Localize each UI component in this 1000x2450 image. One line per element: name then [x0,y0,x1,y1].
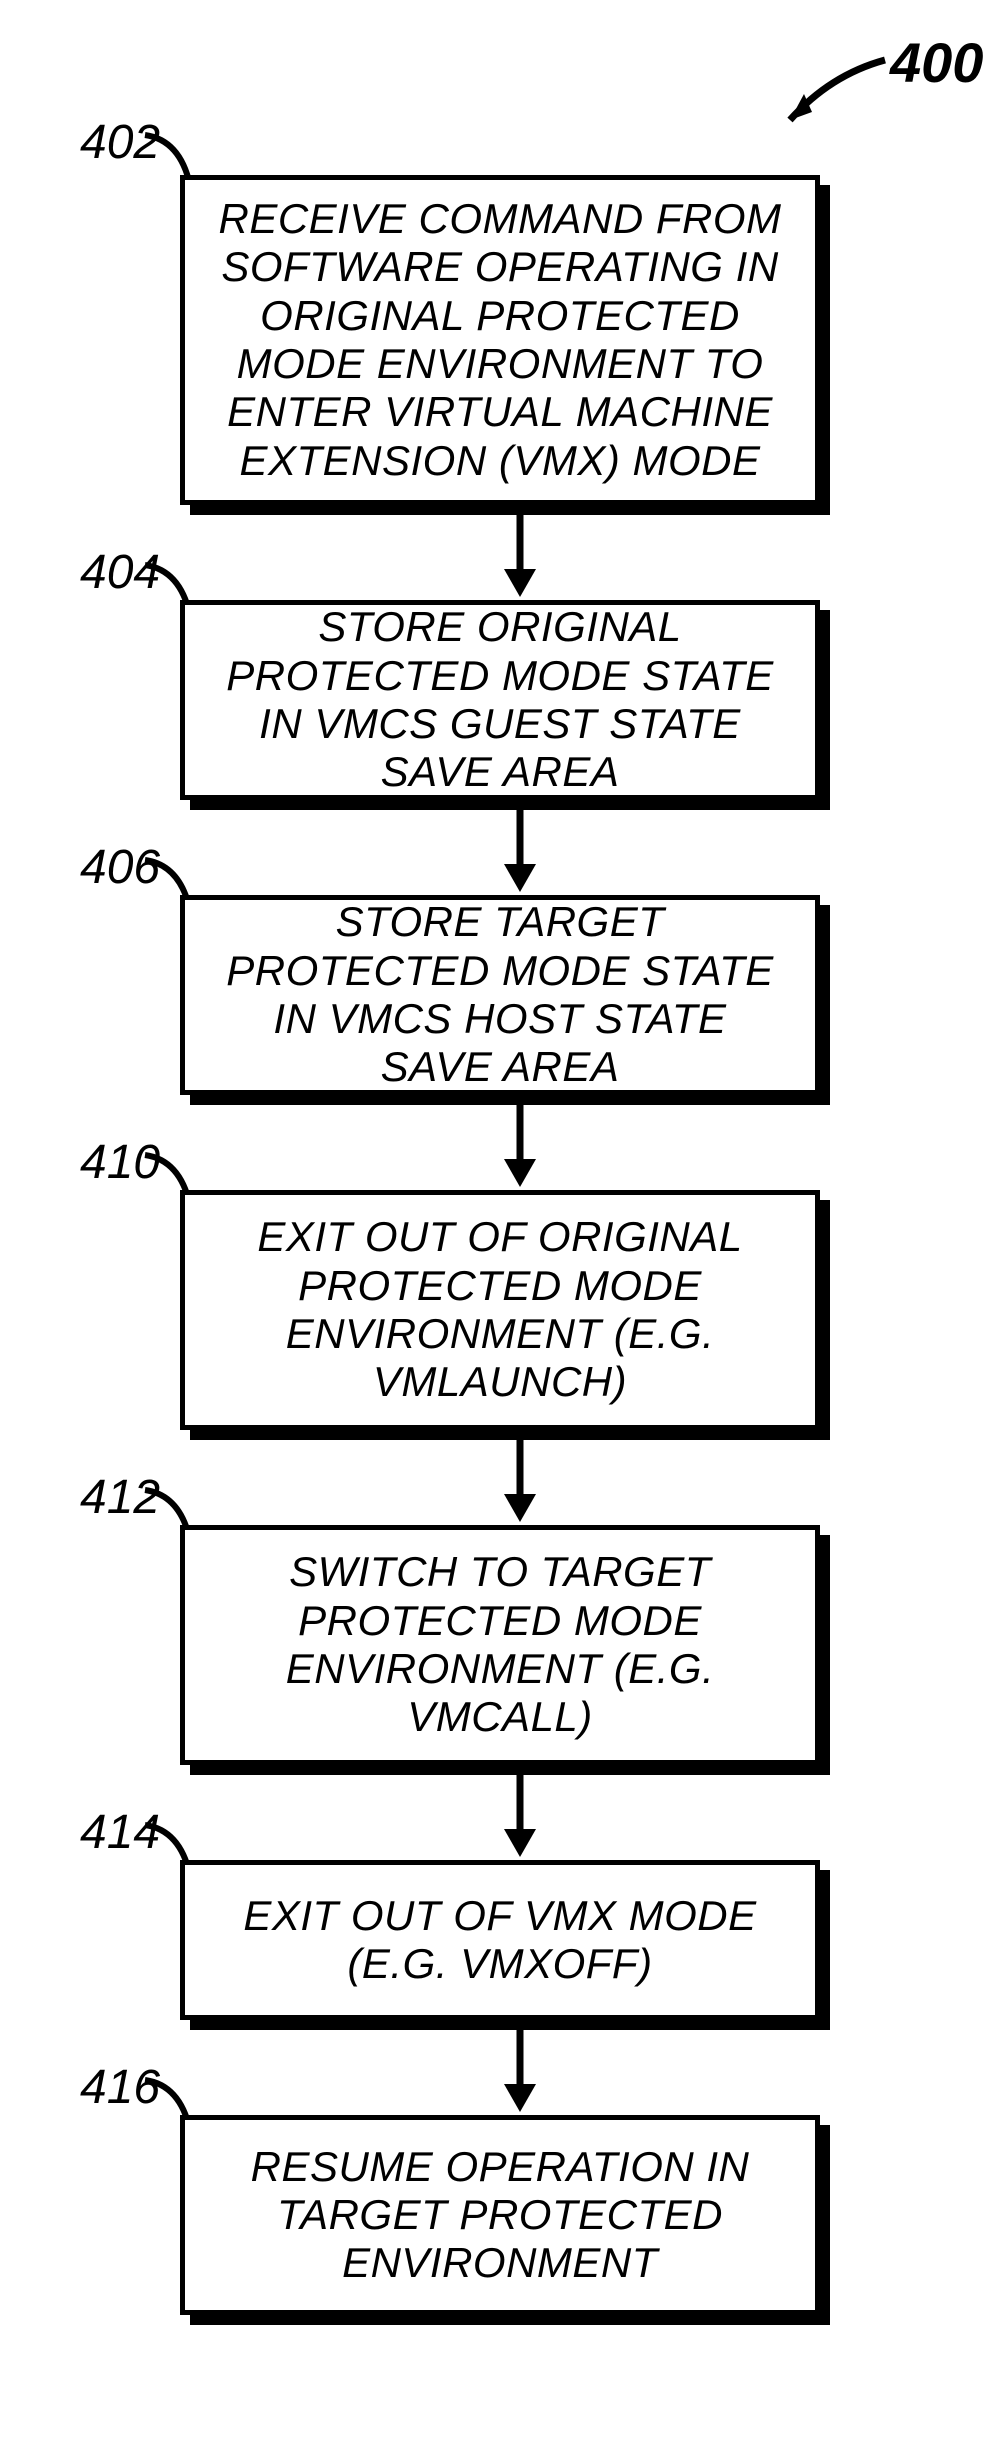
connector-arrow-icon [500,1105,540,1190]
figure-reference-label: 400 [890,30,983,95]
flowchart-canvas: 400 402 RECEIVE COMMAND FROM SOFTWARE OP… [0,0,1000,2450]
connector-arrow-icon [500,1440,540,1525]
step-text: STORE TARGET PROTECTED MODE STATE IN VMC… [213,898,787,1091]
connector-arrow-icon [500,1775,540,1860]
step-text: STORE ORIGINAL PROTECTED MODE STATE IN V… [213,603,787,796]
step-text: RESUME OPERATION IN TARGET PROTECTED ENV… [213,2143,787,2288]
step-text: EXIT OUT OF VMX MODE (E.G. VMXOFF) [213,1892,787,1989]
step-box-404: STORE ORIGINAL PROTECTED MODE STATE IN V… [180,600,820,800]
step-box-402: RECEIVE COMMAND FROM SOFTWARE OPERATING … [180,175,820,505]
step-text: RECEIVE COMMAND FROM SOFTWARE OPERATING … [213,195,787,485]
connector-arrow-icon [500,515,540,600]
connector-arrow-icon [500,810,540,895]
step-text: EXIT OUT OF ORIGINAL PROTECTED MODE ENVI… [213,1213,787,1406]
figure-reference-arrow-icon [760,50,890,145]
step-box-416: RESUME OPERATION IN TARGET PROTECTED ENV… [180,2115,820,2315]
step-box-412: SWITCH TO TARGET PROTECTED MODE ENVIRONM… [180,1525,820,1765]
step-text: SWITCH TO TARGET PROTECTED MODE ENVIRONM… [213,1548,787,1741]
step-box-414: EXIT OUT OF VMX MODE (E.G. VMXOFF) [180,1860,820,2020]
step-box-410: EXIT OUT OF ORIGINAL PROTECTED MODE ENVI… [180,1190,820,1430]
step-box-406: STORE TARGET PROTECTED MODE STATE IN VMC… [180,895,820,1095]
connector-arrow-icon [500,2030,540,2115]
